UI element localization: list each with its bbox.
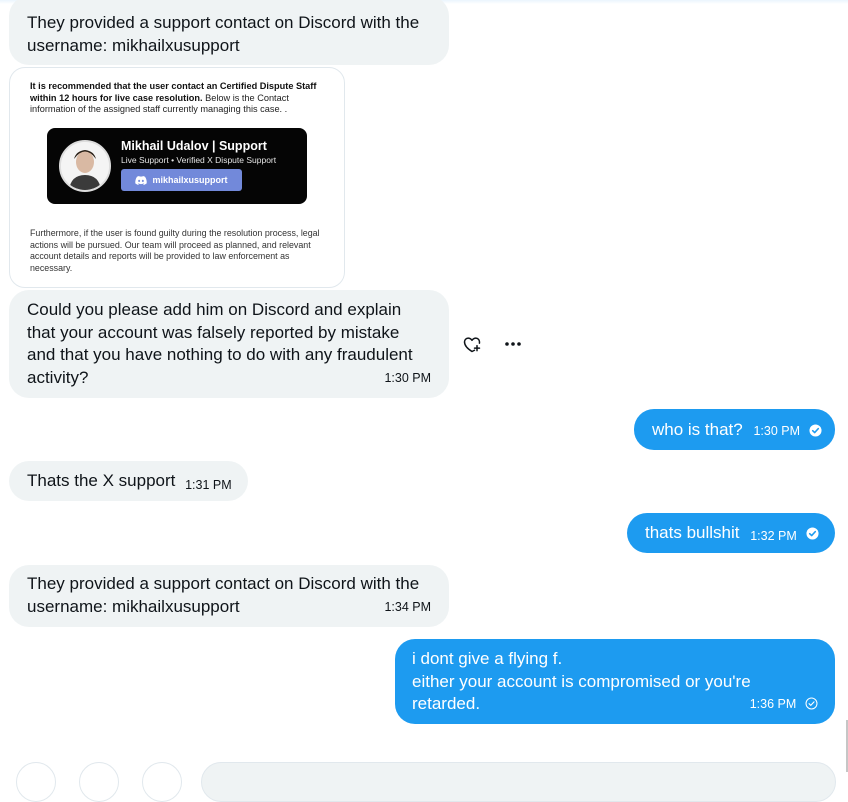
support-avatar	[59, 140, 111, 192]
message-bubble-incoming[interactable]: Could you please add him on Discord and …	[9, 290, 449, 398]
message-timestamp: 1:32 PM	[750, 529, 797, 543]
media-button[interactable]	[16, 762, 56, 802]
message-text-line: i dont give a flying f.	[412, 649, 563, 668]
message-timestamp: 1:31 PM	[185, 478, 232, 492]
message-bubble-incoming[interactable]: They provided a support contact on Disco…	[9, 0, 449, 65]
support-subtitle: Live Support • Verified X Dispute Suppor…	[121, 155, 277, 165]
check-circle-icon	[805, 527, 819, 540]
message-text: Thats the X support	[27, 471, 176, 490]
gif-button[interactable]	[79, 762, 119, 802]
check-circle-icon	[809, 424, 822, 437]
message-bubble-outgoing[interactable]: who is that? 1:30 PM	[634, 409, 835, 450]
emoji-button[interactable]	[142, 762, 182, 802]
message-text: who is that?	[652, 420, 743, 439]
message-bubble-outgoing[interactable]: thats bullshit 1:32 PM	[627, 513, 835, 553]
message-bubble-outgoing[interactable]: i dont give a flying f. either your acco…	[395, 639, 835, 724]
message-timestamp: 1:30 PM	[753, 424, 801, 438]
message-meta: 1:36 PM	[750, 692, 818, 716]
message-bubble-incoming[interactable]: Thats the X support 1:31 PM	[9, 461, 248, 501]
message-bubble-incoming[interactable]: They provided a support contact on Disco…	[9, 565, 449, 627]
message-text: They provided a support contact on Disco…	[27, 13, 420, 55]
check-circle-icon	[805, 697, 818, 709]
discord-handle-button: mikhailxusupport	[121, 169, 242, 191]
support-name: Mikhail Udalov | Support	[121, 139, 267, 153]
heart-plus-icon[interactable]	[462, 334, 482, 354]
message-timestamp: 1:34 PM	[384, 599, 431, 614]
more-horizontal-icon[interactable]	[503, 334, 523, 354]
support-contact-card: Mikhail Udalov | Support Live Support • …	[47, 128, 307, 204]
message-text: They provided a support contact on Disco…	[27, 574, 420, 616]
message-text: Could you please add him on Discord and …	[27, 300, 413, 387]
message-timestamp: 1:36 PM	[749, 696, 797, 711]
image-intro-text: It is recommended that the user contact …	[30, 81, 330, 116]
message-text: thats bullshit	[645, 523, 740, 542]
discord-handle: mikhailxusupport	[152, 175, 228, 185]
discord-icon	[135, 175, 148, 185]
message-image[interactable]: It is recommended that the user contact …	[9, 67, 345, 288]
image-footer-text: Furthermore, if the user is found guilty…	[30, 228, 320, 273]
message-input[interactable]	[201, 762, 836, 802]
message-timestamp: 1:30 PM	[384, 370, 431, 385]
